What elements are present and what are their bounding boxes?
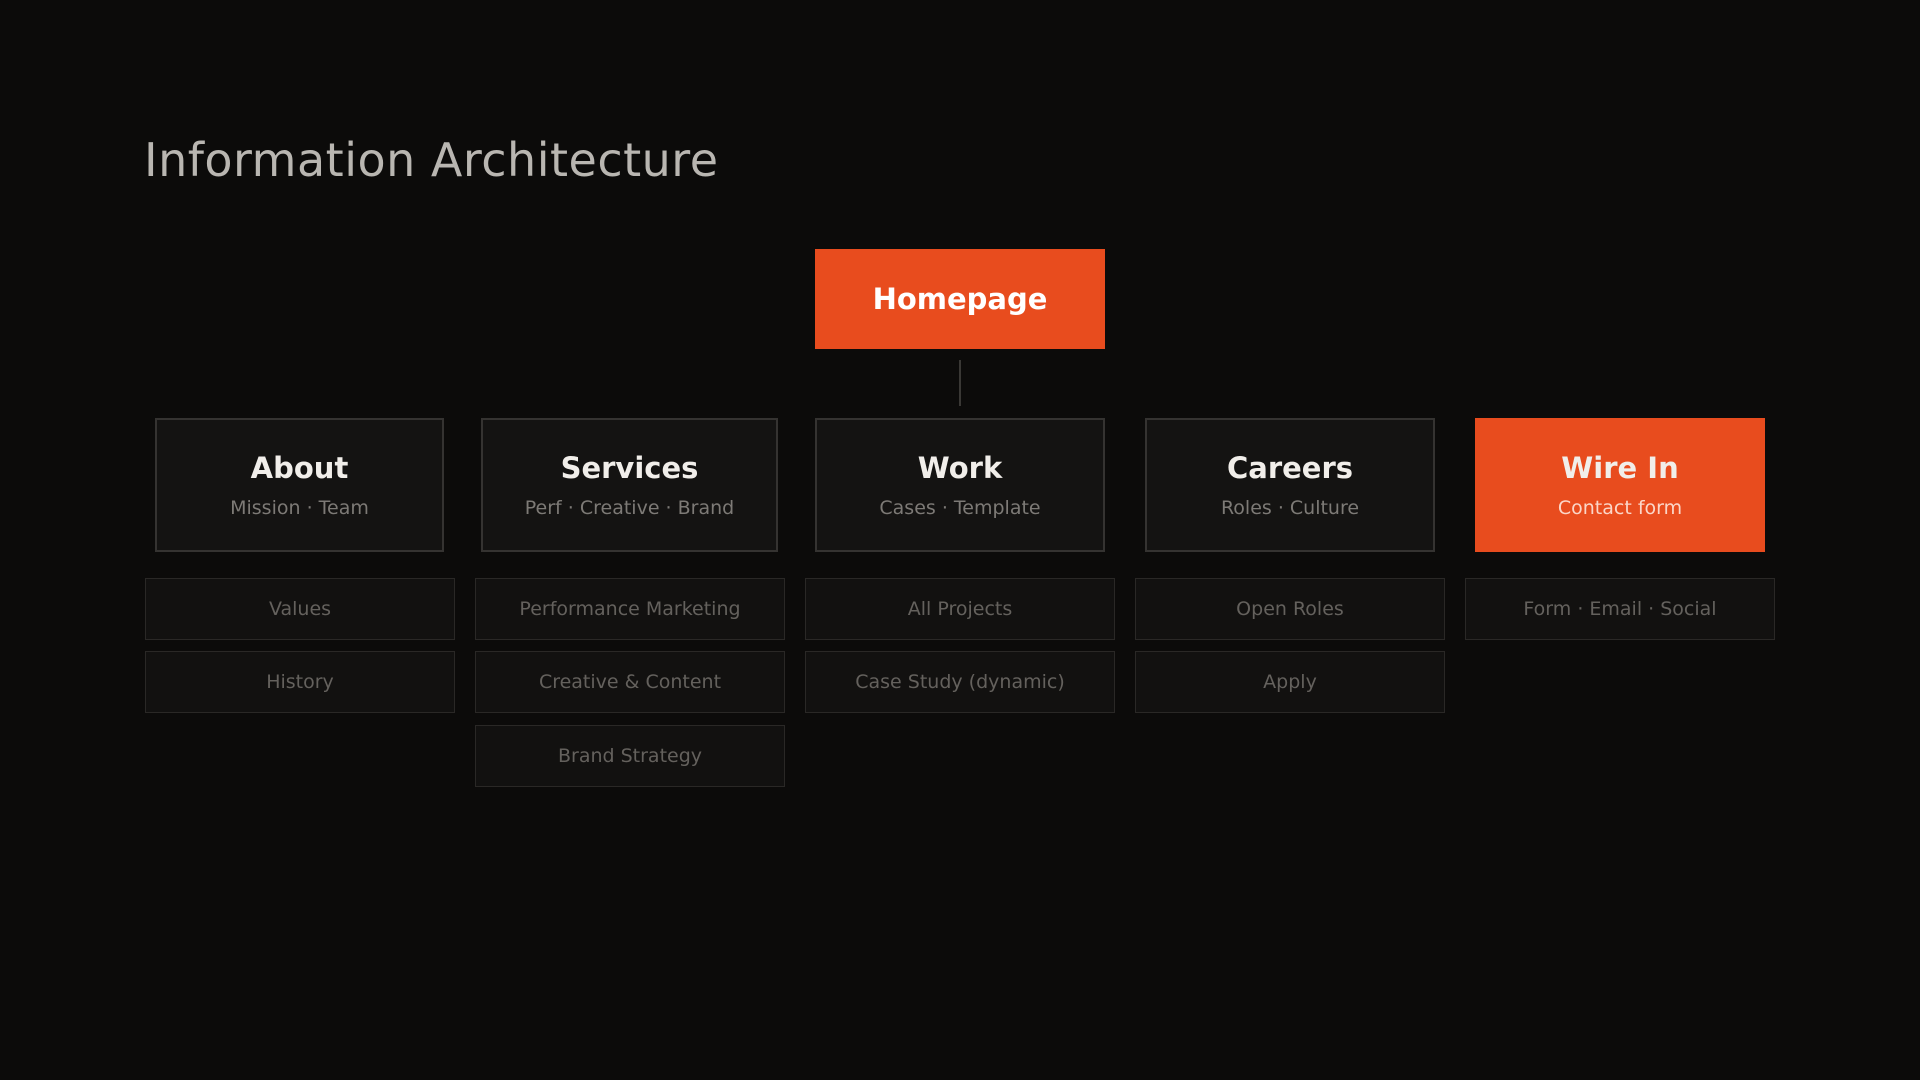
child-node-form-email-social: Form · Email · Social	[1465, 578, 1775, 640]
section-node-wire-in: Wire In Contact form	[1475, 418, 1765, 552]
section-node-services: Services Perf · Creative · Brand	[481, 418, 778, 552]
child-node-values: Values	[145, 578, 455, 640]
child-node-brand-strategy: Brand Strategy	[475, 725, 785, 787]
child-node-creative-content: Creative & Content	[475, 651, 785, 713]
child-node-open-roles: Open Roles	[1135, 578, 1445, 640]
section-subtitle: Perf · Creative · Brand	[524, 497, 735, 519]
section-subtitle: Roles · Culture	[1220, 497, 1360, 519]
page-title: Information Architecture	[144, 133, 719, 187]
section-node-work: Work Cases · Template	[815, 418, 1105, 552]
section-node-about: About Mission · Team	[155, 418, 444, 552]
child-node-all-projects: All Projects	[805, 578, 1115, 640]
section-subtitle: Contact form	[1557, 497, 1683, 519]
section-title: Services	[560, 451, 699, 485]
section-title: Wire In	[1561, 451, 1679, 485]
section-subtitle: Cases · Template	[879, 497, 1041, 519]
section-title: Careers	[1226, 451, 1354, 485]
child-node-performance-marketing: Performance Marketing	[475, 578, 785, 640]
section-title: About	[250, 451, 349, 485]
section-title: Work	[917, 451, 1003, 485]
section-subtitle: Mission · Team	[230, 497, 369, 519]
child-node-history: History	[145, 651, 455, 713]
homepage-node: Homepage	[815, 249, 1105, 349]
child-node-case-study: Case Study (dynamic)	[805, 651, 1115, 713]
child-node-apply: Apply	[1135, 651, 1445, 713]
homepage-label: Homepage	[872, 282, 1048, 316]
section-node-careers: Careers Roles · Culture	[1145, 418, 1435, 552]
homepage-connector-line	[959, 360, 961, 406]
